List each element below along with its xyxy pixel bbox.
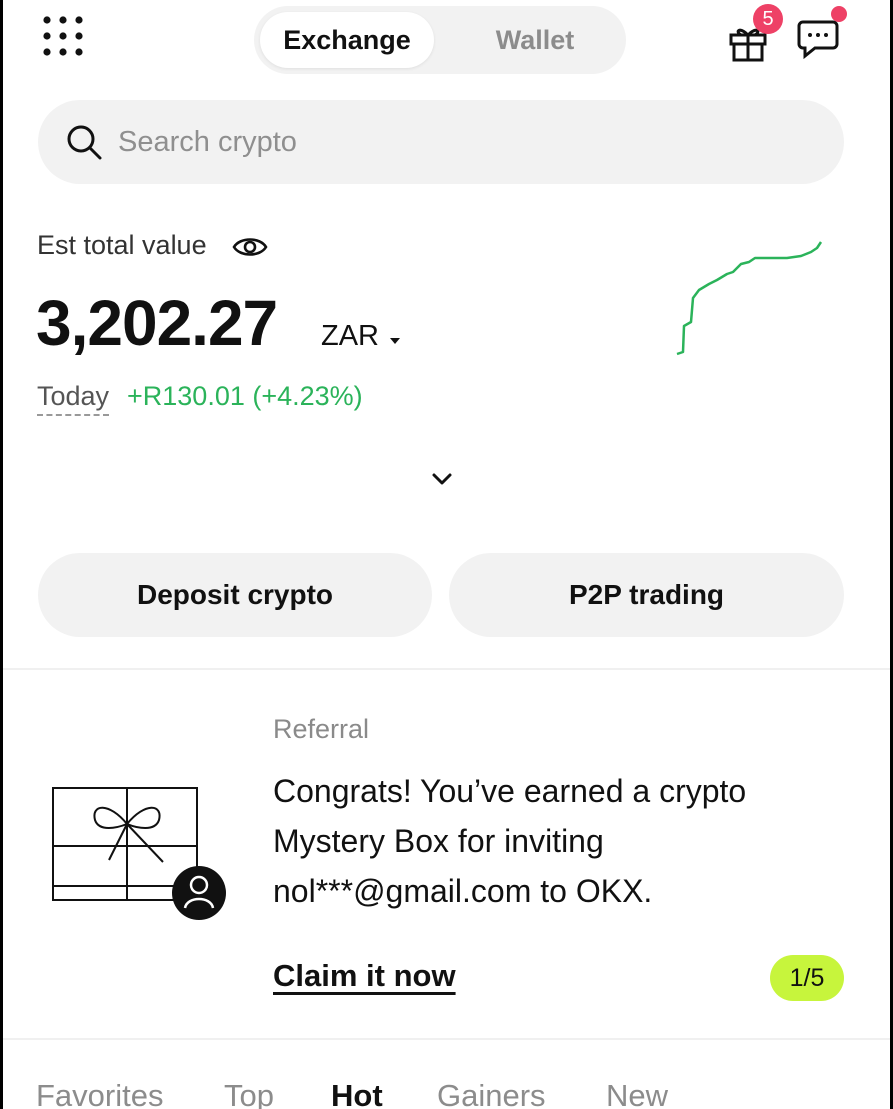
- gift-box-icon: [51, 780, 233, 925]
- unread-dot: [831, 6, 847, 22]
- caret-down-icon[interactable]: [388, 333, 402, 344]
- est-total-value-label: Est total value: [37, 230, 207, 260]
- exchange-wallet-switch: Exchange Wallet: [254, 6, 626, 74]
- search-bar[interactable]: [38, 100, 844, 184]
- referral-message-line: nol***@gmail.com to OKX.: [273, 873, 653, 909]
- referral-message-line: Mystery Box for inviting: [273, 823, 604, 859]
- tab-favorites[interactable]: Favorites: [36, 1078, 163, 1109]
- tab-exchange[interactable]: Exchange: [260, 12, 434, 68]
- eye-icon[interactable]: [231, 233, 269, 261]
- tab-gainers[interactable]: Gainers: [437, 1078, 546, 1109]
- deposit-crypto-button[interactable]: Deposit crypto: [38, 553, 432, 637]
- search-icon: [64, 122, 104, 162]
- tab-top[interactable]: Top: [224, 1078, 274, 1109]
- section-divider: [3, 668, 890, 670]
- app-screen: Exchange Wallet 5 Est total: [3, 0, 890, 1109]
- search-input[interactable]: [118, 100, 718, 184]
- referral-label: Referral: [273, 714, 370, 744]
- total-balance: 3,202.27: [36, 287, 278, 359]
- tab-wallet[interactable]: Wallet: [450, 12, 620, 68]
- chat-icon[interactable]: [795, 16, 843, 60]
- tab-new[interactable]: New: [606, 1078, 668, 1109]
- grid-menu-icon[interactable]: [41, 14, 87, 60]
- section-divider: [3, 1038, 890, 1040]
- notification-badge: 5: [753, 4, 783, 34]
- referral-message: Congrats! You’ve earned a crypto Mystery…: [273, 766, 833, 916]
- carousel-pager: 1/5: [770, 955, 844, 1001]
- currency-selector[interactable]: ZAR: [321, 320, 379, 353]
- p2p-trading-button[interactable]: P2P trading: [449, 553, 844, 637]
- chevron-down-icon[interactable]: [428, 468, 456, 490]
- balance-sparkline: [669, 234, 833, 364]
- referral-message-line: Congrats! You’ve earned a crypto: [273, 773, 747, 809]
- claim-now-link[interactable]: Claim it now: [273, 958, 456, 994]
- today-pnl: +R130.01 (+4.23%): [127, 381, 363, 411]
- tab-hot[interactable]: Hot: [331, 1078, 383, 1109]
- today-label[interactable]: Today: [37, 381, 110, 416]
